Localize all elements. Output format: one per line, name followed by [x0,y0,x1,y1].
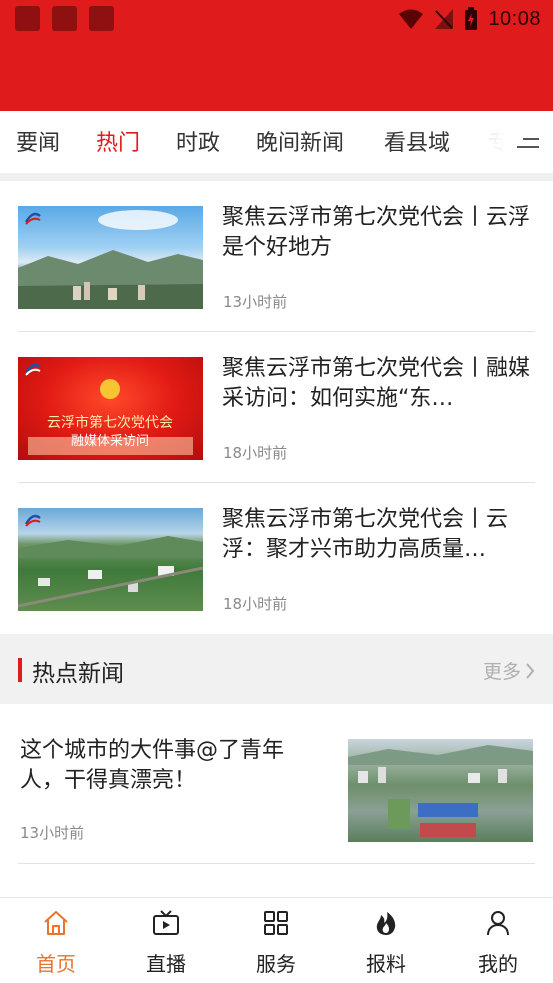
battery-icon [465,7,478,30]
tab-wanjian-xinwen[interactable]: 晚间新闻 [256,125,344,157]
tab-kan-xianyu[interactable]: 看县域 [384,125,450,157]
section-title: 热点新闻 [32,661,124,687]
news-time: 18小时前 [223,595,288,613]
more-link[interactable]: 更多 [483,657,535,684]
no-signal-icon [435,9,454,29]
news-item[interactable]: 云浮市第七次党代会 融媒体采访问 聚焦云浮市第七次党代会丨融媒采访问：如何实施“… [0,332,553,483]
category-tabs: 要闻 热门 时政 晚间新闻 看县域 专 [0,111,553,173]
notification-icon [15,6,40,31]
home-icon [44,911,68,935]
nav-home[interactable]: 首页 [16,908,96,977]
news-thumbnail [348,739,533,842]
notification-icon [89,6,114,31]
nav-label: 报料 [366,952,406,976]
grid-icon [264,911,288,935]
nav-label: 服务 [256,952,296,976]
news-title[interactable]: 这个城市的大件事@了青年人，干得真漂亮！ [20,736,320,796]
news-title[interactable]: 聚焦云浮市第七次党代会丨云浮是个好地方 [222,203,535,263]
tab-remen[interactable]: 热门 [96,125,140,157]
news-item[interactable]: 聚焦云浮市第七次党代会丨云浮是个好地方 13小时前 [0,181,553,332]
wifi-icon [399,9,424,29]
news-title[interactable]: 聚焦云浮市第七次党代会丨云浮：聚才兴市助力高质量… [222,505,535,565]
channel-logo-icon [24,363,41,376]
notification-icon [52,6,77,31]
news-thumbnail [18,508,203,611]
thumb-caption: 融媒体采访问 [71,434,149,449]
hot-news-item[interactable]: 这个城市的大件事@了青年人，干得真漂亮！ 13小时前 [0,704,553,864]
news-time: 13小时前 [20,824,85,842]
clock: 10:08 [488,7,541,30]
fire-icon [376,912,396,935]
tab-shizheng[interactable]: 时政 [176,125,220,157]
bottom-navigation: 首页 直播 服务 报料 我的 [0,897,553,983]
news-time: 13小时前 [223,293,288,311]
live-tv-icon [153,910,179,935]
app-header: 10:08 [0,0,553,111]
channel-logo-icon [24,514,41,527]
hot-news-header: 热点新闻 更多 [0,634,553,704]
news-title[interactable]: 聚焦云浮市第七次党代会丨融媒采访问：如何实施“东… [222,354,535,414]
section-accent-bar [18,658,22,682]
separator [18,863,535,864]
chevron-right-icon [526,662,535,679]
nav-live[interactable]: 直播 [126,908,206,977]
news-thumbnail [18,206,203,309]
news-item[interactable]: 聚焦云浮市第七次党代会丨云浮：聚才兴市助力高质量… 18小时前 [0,483,553,634]
news-time: 18小时前 [223,444,288,462]
user-icon [487,911,509,936]
divider [0,173,553,181]
nav-label: 首页 [36,952,76,976]
status-bar: 10:08 [398,4,541,34]
nav-label: 我的 [478,952,518,976]
tab-fade [447,111,517,173]
thumb-caption: 云浮市第七次党代会 [47,414,173,431]
nav-profile[interactable]: 我的 [458,908,538,977]
channel-logo-icon [24,212,41,225]
more-label: 更多 [482,661,521,683]
news-thumbnail: 云浮市第七次党代会 融媒体采访问 [18,357,203,460]
nav-report[interactable]: 报料 [346,908,426,977]
nav-label: 直播 [146,952,186,976]
tab-menu-icon[interactable] [517,135,539,151]
tab-yaowen[interactable]: 要闻 [16,125,60,157]
nav-service[interactable]: 服务 [236,908,316,977]
